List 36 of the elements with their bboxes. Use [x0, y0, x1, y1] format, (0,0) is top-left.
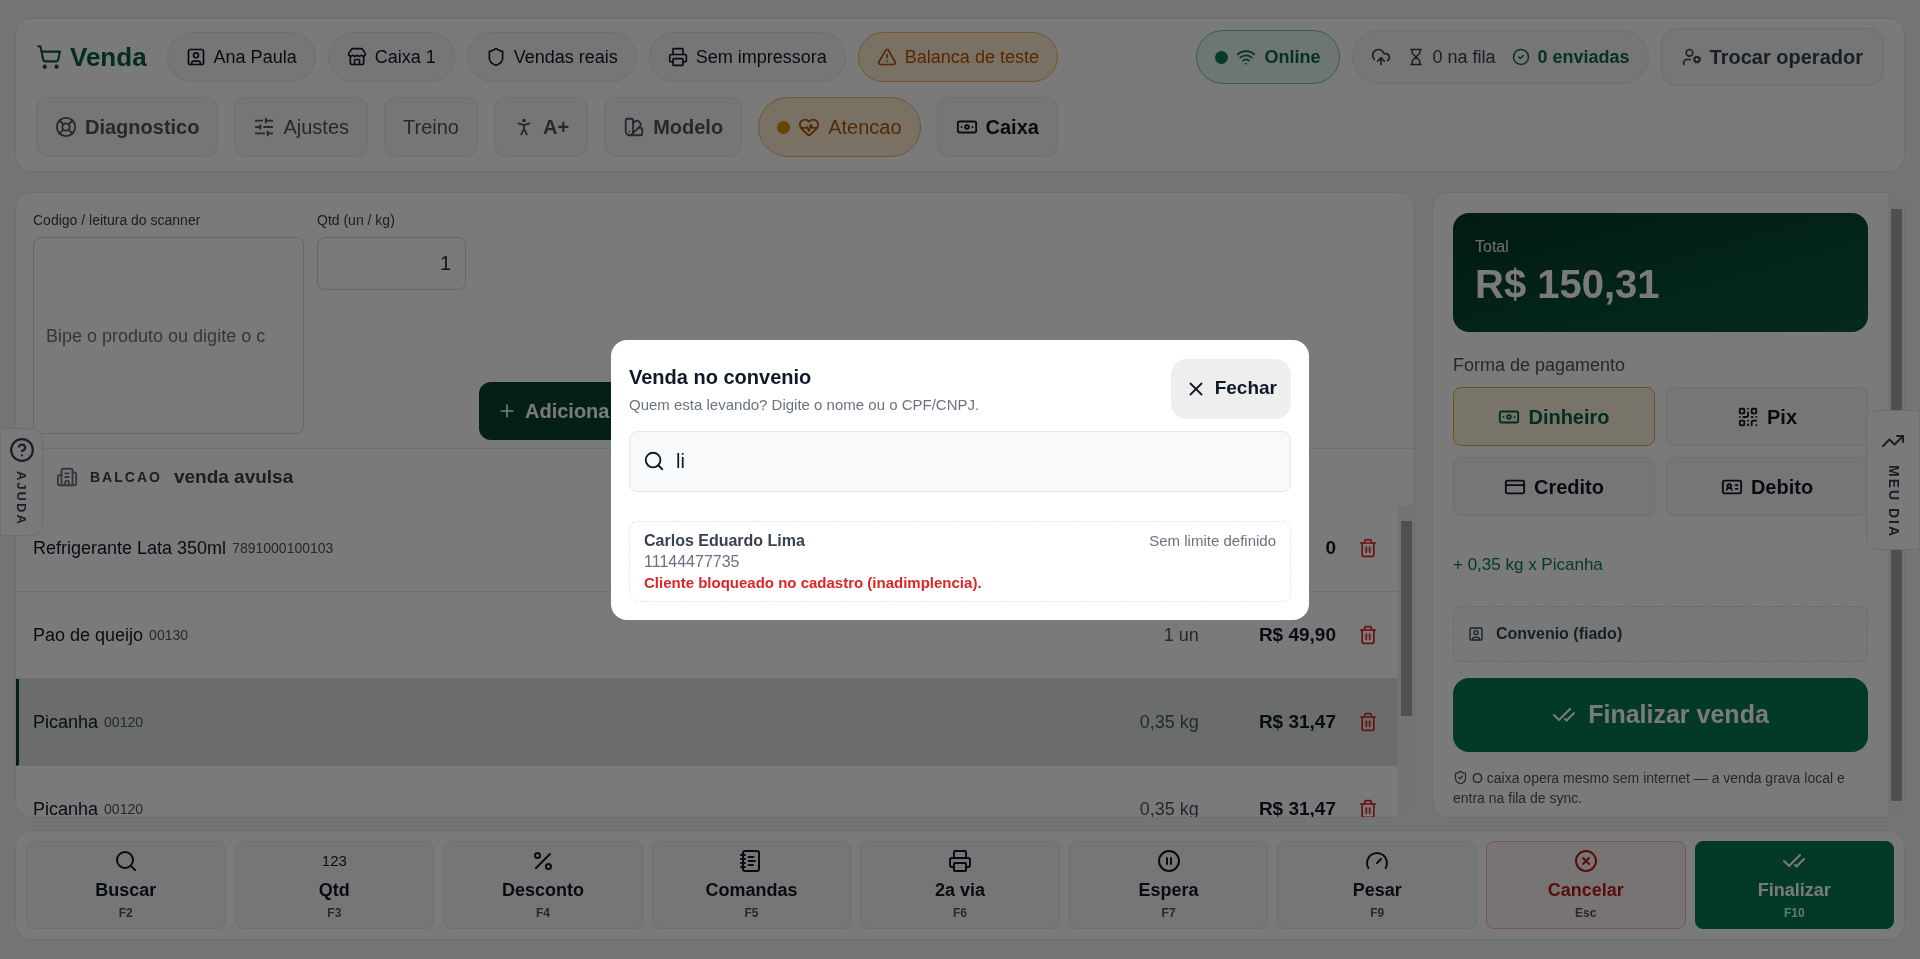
item-name: Pao de queijo: [33, 623, 144, 647]
item-name: Picanha: [33, 797, 99, 817]
payment-label: Forma de pagamento: [1453, 354, 1627, 377]
last-added-note: + 0,35 kg x Picanha: [1453, 554, 1604, 576]
item-code: 00120: [104, 799, 143, 817]
page-title: Venda: [70, 40, 147, 74]
item-quantity: 1 un: [1163, 623, 1199, 647]
total-label: Total: [1475, 237, 1510, 257]
status-chip: Ana Paula: [166, 32, 316, 82]
blocked-warning-text: Cliente bloqueado no cadastro (inadimplencia).: [644, 572, 982, 593]
item-name: Refrigerante Lata 350ml: [33, 536, 227, 560]
credit-limit: Sem limite definido: [1149, 530, 1276, 551]
item-name: Picanha: [33, 710, 99, 734]
status-chip: Vendas reais: [466, 32, 637, 82]
queue-count: 0 na fila: [1432, 45, 1496, 69]
online-status: Online: [1196, 30, 1340, 84]
item-price: R$ 31,47: [1258, 796, 1336, 817]
item-code: 00120: [104, 712, 143, 732]
item-quantity: 0,35 kg: [1139, 710, 1199, 734]
item-price: R$ 49,90: [1258, 622, 1336, 647]
item-code: 00130: [149, 625, 189, 645]
item-price: R$ 31,47: [1258, 709, 1336, 734]
offline-note: O caixa opera mesmo sem internet — a venda grava local e entra na fila de sync.: [1453, 768, 1846, 808]
customer-name: venda avulsa: [173, 464, 294, 489]
total-value: R$ 150,31: [1475, 261, 1661, 308]
status-chip: Sem impressora: [648, 32, 846, 82]
field-label: Qtd (un / kg): [317, 211, 396, 230]
customer-tag: BALCAO: [90, 466, 162, 488]
customer-document: 11144477735: [644, 551, 741, 572]
status-chip: Balanca de teste: [857, 32, 1058, 82]
customer-name: Carlos Eduardo Lima: [644, 530, 806, 551]
item-price: 0: [1325, 535, 1336, 560]
sent-count: 0 enviadas: [1537, 45, 1630, 69]
item-code: 7891000100103: [232, 538, 334, 558]
status-chip: Caixa 1: [327, 32, 455, 82]
field-label: Codigo / leitura do scanner: [33, 211, 202, 230]
